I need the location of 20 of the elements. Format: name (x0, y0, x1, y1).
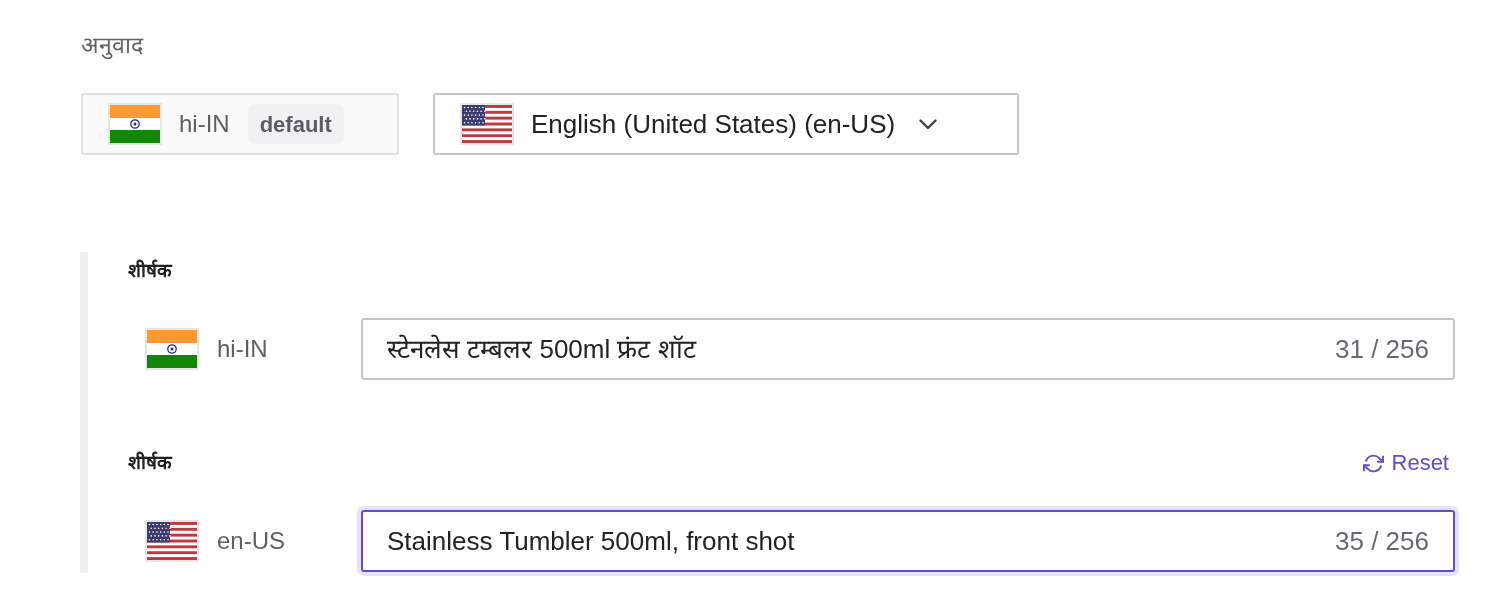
india-flag-icon (145, 328, 199, 370)
field-value: Stainless Tumbler 500ml, front shot (387, 524, 795, 558)
refresh-icon (1362, 452, 1384, 474)
language-select[interactable]: English (United States) (en-US) (433, 93, 1019, 155)
character-counter: 31 / 256 (1335, 332, 1429, 366)
section-title: अनुवाद (81, 31, 143, 60)
us-flag-icon (145, 520, 199, 562)
default-badge: default (247, 104, 344, 144)
field-value: स्टेनलेस टम्बलर 500ml फ्रंट शॉट (387, 332, 696, 366)
field-label: शीर्षक (128, 258, 172, 283)
india-flag-icon (108, 103, 162, 145)
chevron-down-icon (919, 118, 938, 130)
us-flag-icon (460, 103, 514, 145)
character-counter: 35 / 256 (1335, 524, 1429, 558)
locale-code: en-US (217, 526, 286, 556)
field-label: शीर्षक (128, 450, 172, 475)
locale-code: hi-IN (217, 334, 268, 364)
locale-code: hi-IN (179, 109, 230, 139)
reset-button[interactable]: Reset (1362, 450, 1449, 476)
text-field[interactable]: स्टेनलेस टम्बलर 500ml फ्रंट शॉट 31 / 256 (361, 318, 1455, 380)
